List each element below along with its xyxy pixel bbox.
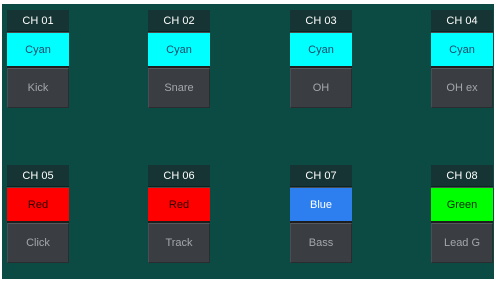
- channel-name-button[interactable]: Kick: [7, 68, 69, 108]
- channel-color-button[interactable]: Cyan: [290, 32, 352, 68]
- channel-number-label: CH 03: [290, 10, 352, 32]
- channel-name-button[interactable]: Lead G: [431, 223, 493, 263]
- channel-strip-ch04: CH 04 Cyan OH ex: [431, 10, 493, 108]
- channel-strip-ch05: CH 05 Red Click: [7, 165, 69, 263]
- channel-name-button[interactable]: Track: [148, 223, 210, 263]
- channel-name-button[interactable]: Snare: [148, 68, 210, 108]
- channel-color-button[interactable]: Blue: [290, 187, 352, 223]
- channel-color-button[interactable]: Cyan: [431, 32, 493, 68]
- channel-color-button[interactable]: Red: [148, 187, 210, 223]
- channel-color-button[interactable]: Cyan: [7, 32, 69, 68]
- channel-name-button[interactable]: OH ex: [431, 68, 493, 108]
- channel-name-button[interactable]: Bass: [290, 223, 352, 263]
- channel-strip-ch07: CH 07 Blue Bass: [290, 165, 352, 263]
- channel-number-label: CH 02: [148, 10, 210, 32]
- channel-number-label: CH 06: [148, 165, 210, 187]
- channel-color-button[interactable]: Red: [7, 187, 69, 223]
- channel-number-label: CH 07: [290, 165, 352, 187]
- channel-number-label: CH 05: [7, 165, 69, 187]
- channel-strip-ch02: CH 02 Cyan Snare: [148, 10, 210, 108]
- channel-strip-ch01: CH 01 Cyan Kick: [7, 10, 69, 108]
- channel-number-label: CH 04: [431, 10, 493, 32]
- channel-strip-ch06: CH 06 Red Track: [148, 165, 210, 263]
- channel-number-label: CH 01: [7, 10, 69, 32]
- channel-number-label: CH 08: [431, 165, 493, 187]
- channel-color-button[interactable]: Green: [431, 187, 493, 223]
- channel-name-button[interactable]: Click: [7, 223, 69, 263]
- channel-color-button[interactable]: Cyan: [148, 32, 210, 68]
- channel-strip-ch03: CH 03 Cyan OH: [290, 10, 352, 108]
- channel-name-button[interactable]: OH: [290, 68, 352, 108]
- channel-color-screen: CH 01 Cyan Kick CH 02 Cyan Snare CH 03 C…: [2, 4, 494, 279]
- channel-strip-ch08: CH 08 Green Lead G: [431, 165, 493, 263]
